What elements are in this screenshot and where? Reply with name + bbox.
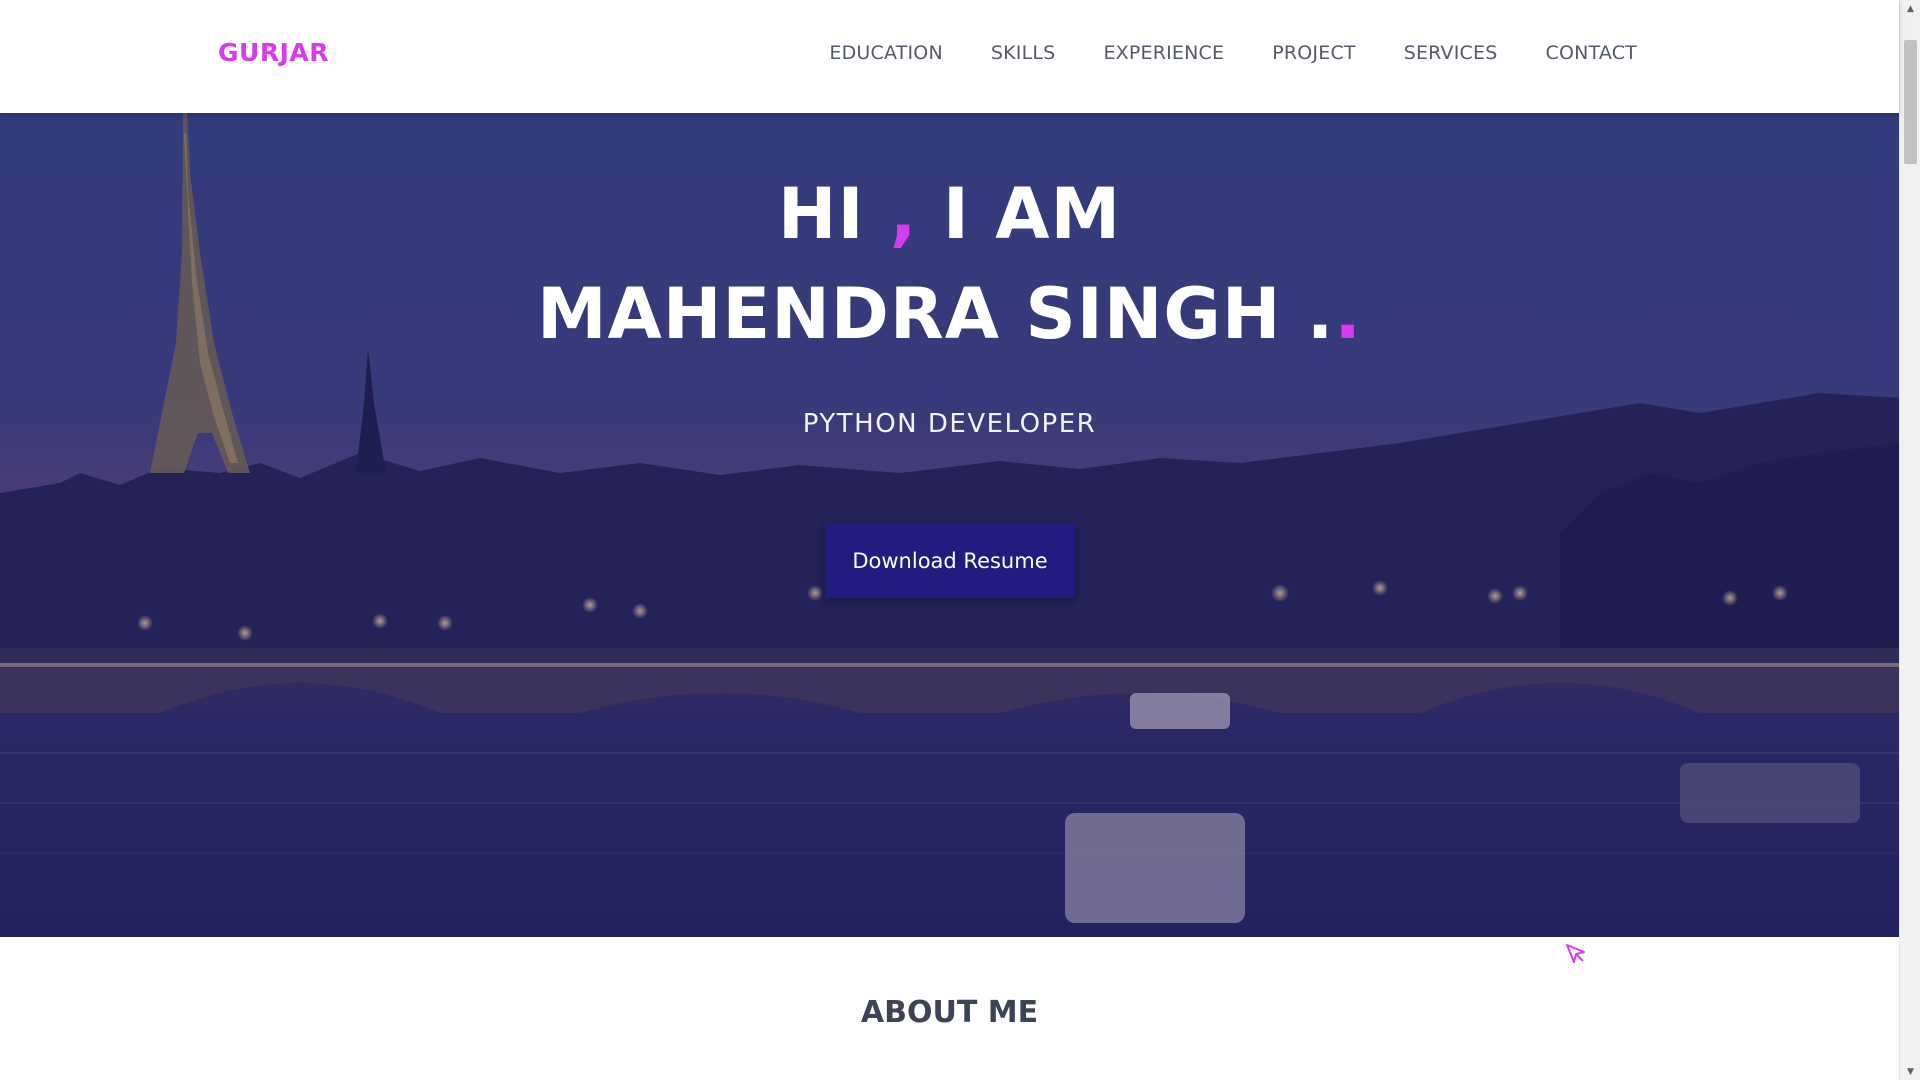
nav-link-project[interactable]: PROJECT — [1272, 42, 1356, 64]
page-scrollbar[interactable]: ▲ ▼ — [1899, 0, 1920, 1080]
greeting-comma: , — [889, 173, 918, 255]
nav-item-services: SERVICES — [1404, 42, 1498, 64]
page: GURJAR EDUCATION SKILLS EXPERIENCE PROJE… — [0, 0, 1920, 1080]
hero-name-dot: . — [1334, 273, 1362, 355]
download-resume-button[interactable]: Download Resume — [825, 523, 1075, 598]
greeting-start: HI — [777, 173, 890, 255]
nav-link-education[interactable]: EDUCATION — [829, 42, 943, 64]
navbar: GURJAR EDUCATION SKILLS EXPERIENCE PROJE… — [0, 0, 1899, 113]
about-title: ABOUT ME — [860, 995, 1039, 1030]
greeting-end: I AM — [917, 173, 1122, 255]
nav-link-contact[interactable]: CONTACT — [1545, 42, 1637, 64]
nav-item-education: EDUCATION — [829, 42, 943, 64]
nav-link-services[interactable]: SERVICES — [1404, 42, 1498, 64]
nav-link-experience[interactable]: EXPERIENCE — [1103, 42, 1224, 64]
brand-logo[interactable]: GURJAR — [218, 38, 329, 67]
triangle-down-icon[interactable]: ▼ — [1900, 1063, 1920, 1080]
hero-name: MAHENDRA SINGH .. — [0, 273, 1899, 355]
nav-item-project: PROJECT — [1272, 42, 1356, 64]
nav-item-skills: SKILLS — [991, 42, 1056, 64]
hero-section: HI , I AM MAHENDRA SINGH .. PYTHON DEVEL… — [0, 113, 1899, 937]
nav-menu: EDUCATION SKILLS EXPERIENCE PROJECT SERV… — [829, 42, 1637, 64]
hero-content: HI , I AM MAHENDRA SINGH .. PYTHON DEVEL… — [0, 113, 1899, 937]
triangle-up-icon[interactable]: ▲ — [1900, 0, 1920, 17]
hero-name-text: MAHENDRA SINGH . — [536, 273, 1335, 355]
nav-item-experience: EXPERIENCE — [1103, 42, 1224, 64]
hero-greeting: HI , I AM — [0, 173, 1899, 255]
hero-role: PYTHON DEVELOPER — [802, 409, 1097, 439]
nav-item-contact: CONTACT — [1545, 42, 1637, 64]
scrollbar-thumb[interactable] — [1904, 40, 1917, 164]
pointer-cursor-icon — [1566, 944, 1585, 963]
nav-link-skills[interactable]: SKILLS — [991, 42, 1056, 64]
